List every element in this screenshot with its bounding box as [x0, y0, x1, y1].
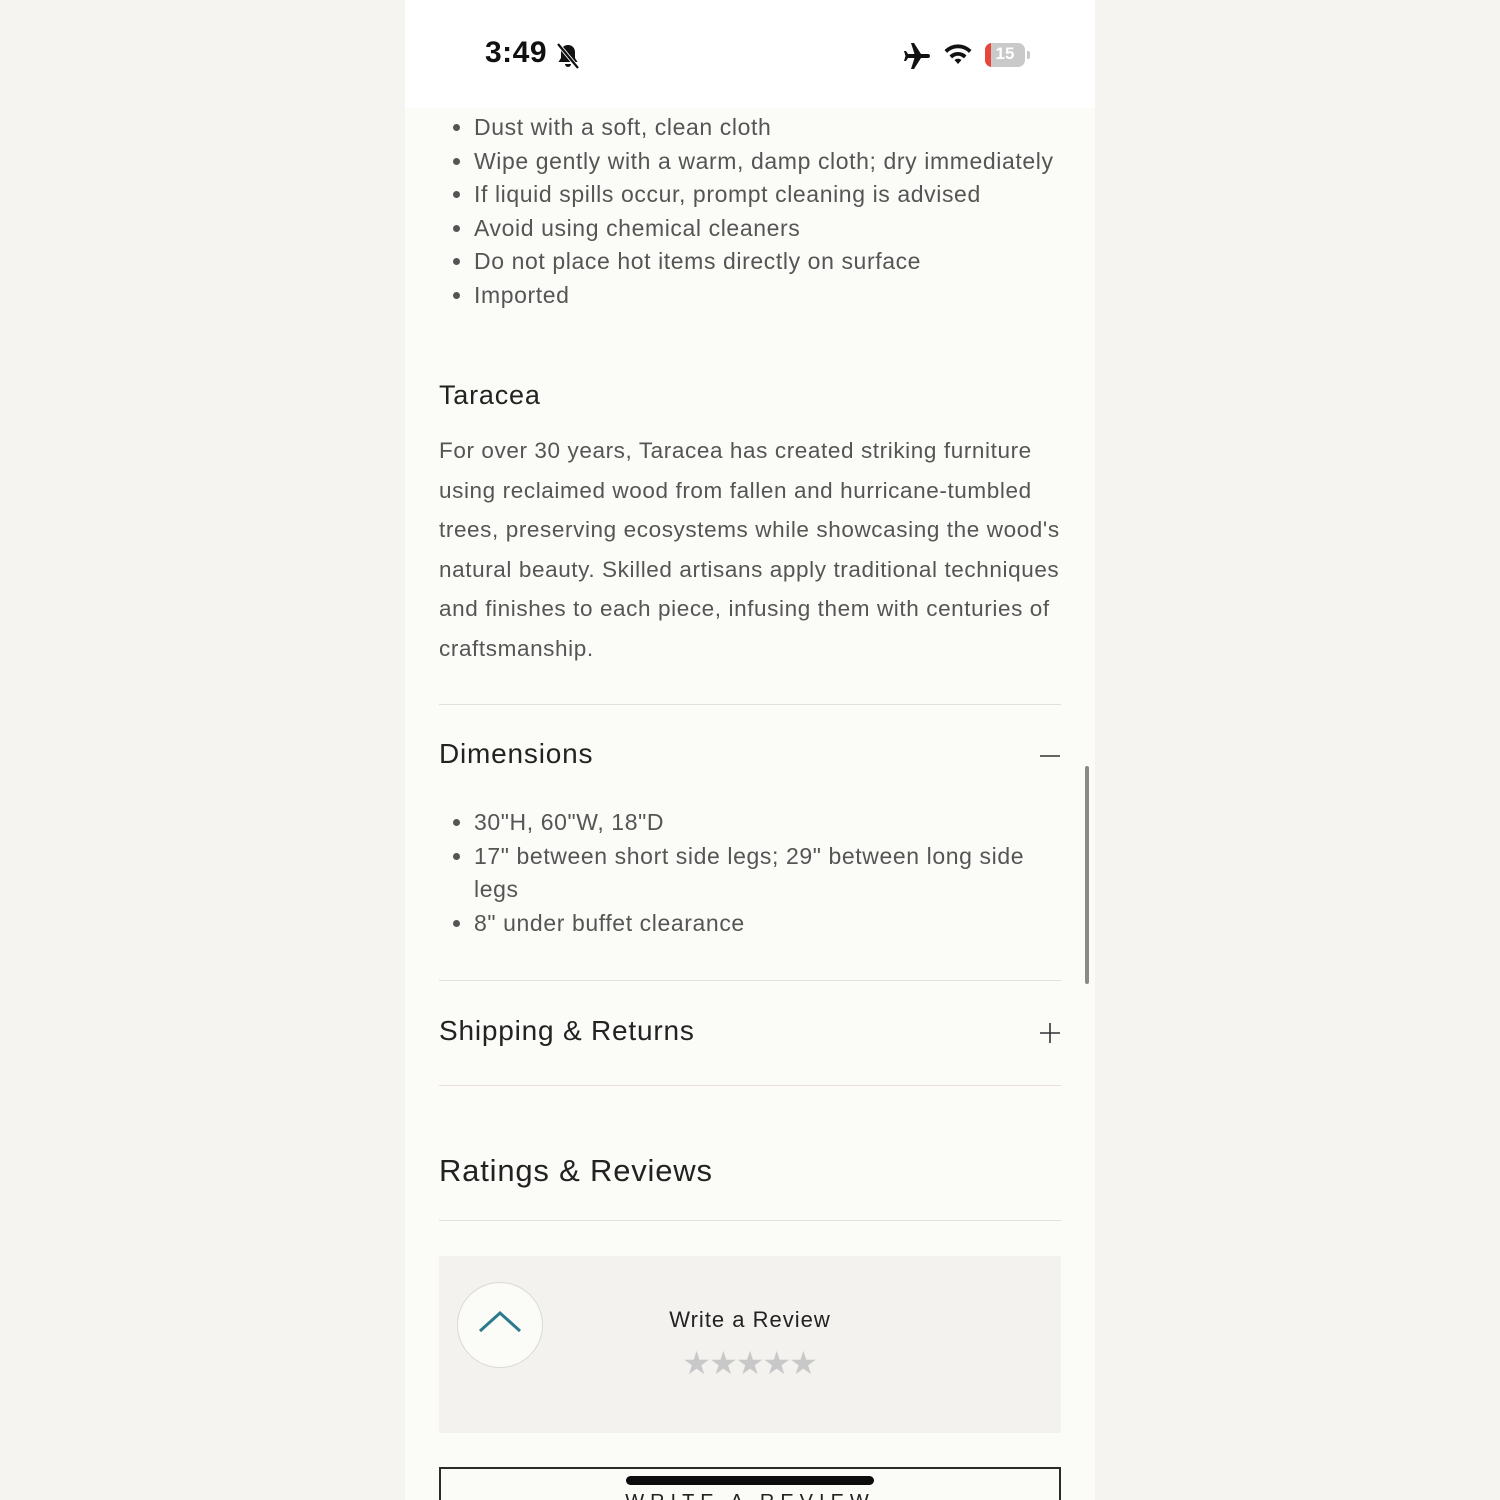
star-icon[interactable]: ★ — [762, 1344, 791, 1382]
airplane-icon — [904, 43, 930, 69]
dimensions-header[interactable]: Dimensions — [439, 738, 593, 770]
write-review-link[interactable]: Write a Review — [439, 1307, 1061, 1333]
list-item: 30"H, 60"W, 18"D — [474, 806, 1061, 840]
list-item: Do not place hot items directly on surfa… — [474, 245, 1061, 279]
divider — [439, 704, 1061, 705]
divider — [439, 1085, 1061, 1086]
wifi-icon — [944, 44, 972, 64]
ratings-reviews-title: Ratings & Reviews — [439, 1153, 713, 1188]
divider — [439, 980, 1061, 981]
divider — [439, 1220, 1061, 1221]
list-item: Avoid using chemical cleaners — [474, 212, 1061, 246]
home-indicator[interactable] — [626, 1476, 874, 1485]
status-bar: 3:49 15 — [405, 0, 1095, 108]
minus-icon[interactable] — [1039, 745, 1061, 767]
star-icon[interactable]: ★ — [709, 1344, 738, 1382]
dimensions-content: 30"H, 60"W, 18"D 17" between short side … — [439, 806, 1061, 940]
star-icon[interactable]: ★ — [736, 1344, 765, 1382]
plus-icon[interactable] — [1039, 1022, 1061, 1044]
dimensions-list: 30"H, 60"W, 18"D 17" between short side … — [439, 806, 1061, 940]
list-item: 8" under buffet clearance — [474, 907, 1061, 941]
scrollbar[interactable] — [1085, 766, 1089, 984]
write-review-panel: Write a Review ★★★★★ — [439, 1256, 1061, 1433]
list-item: Imported — [474, 279, 1061, 313]
brand-description: For over 30 years, Taracea has created s… — [439, 438, 1060, 661]
star-icon[interactable]: ★ — [789, 1344, 818, 1382]
care-list: Dust with a soft, clean cloth Wipe gentl… — [439, 111, 1061, 312]
bell-slash-icon — [556, 42, 580, 70]
care-instructions: Dust with a soft, clean cloth Wipe gentl… — [439, 111, 1061, 312]
status-time: 3:49 — [485, 36, 548, 69]
list-item: Wipe gently with a warm, damp cloth; dry… — [474, 145, 1061, 179]
phone-screen: 3:49 15 Dust with a soft, clean cloth — [405, 0, 1095, 1500]
star-rating-input[interactable]: ★★★★★ — [439, 1344, 1061, 1382]
brand-title: Taracea — [439, 380, 541, 410]
list-item: 17" between short side legs; 29" between… — [474, 840, 1061, 907]
battery-level: 15 — [995, 44, 1015, 63]
list-item: If liquid spills occur, prompt cleaning … — [474, 178, 1061, 212]
list-item: Dust with a soft, clean cloth — [474, 111, 1061, 145]
battery-icon: 15 — [985, 43, 1030, 67]
shipping-returns-header[interactable]: Shipping & Returns — [439, 1015, 695, 1047]
write-review-button-label: WRITE A REVIEW — [441, 1491, 1059, 1500]
star-icon[interactable]: ★ — [682, 1344, 711, 1382]
